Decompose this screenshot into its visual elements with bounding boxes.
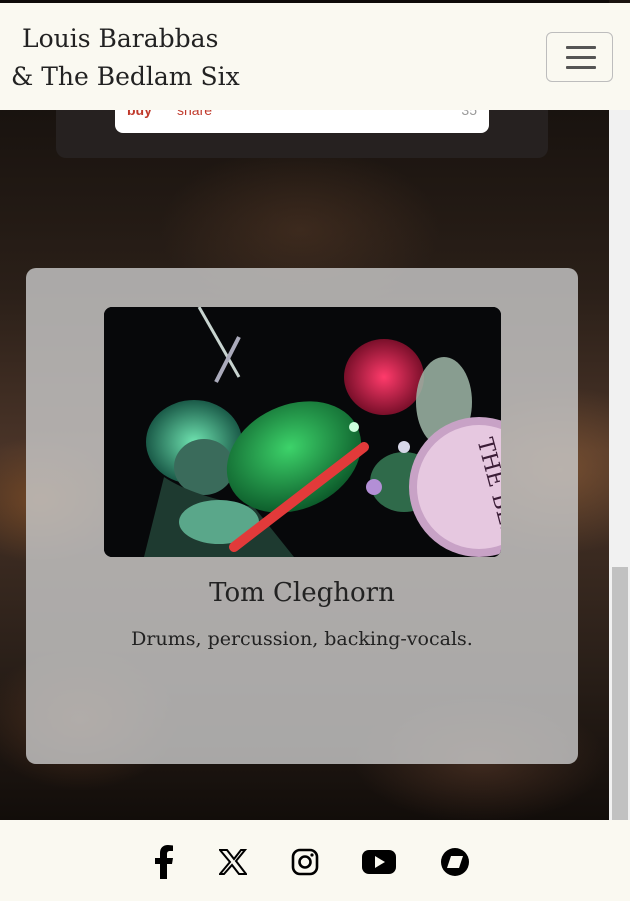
instagram-icon[interactable] — [287, 844, 323, 880]
hamburger-icon-line — [566, 66, 596, 69]
scrollbar-thumb[interactable] — [612, 567, 628, 820]
band-member-card: THE BEDLAM Tom Cleghorn Drums, percussio… — [26, 268, 578, 764]
bandcamp-icon[interactable] — [437, 844, 473, 880]
member-photo: THE BEDLAM — [104, 307, 501, 557]
share-link[interactable]: share — [177, 110, 212, 118]
youtube-icon[interactable] — [361, 844, 397, 880]
buy-link[interactable]: buy — [127, 110, 152, 118]
track-count: 35 — [461, 110, 477, 118]
facebook-icon[interactable] — [146, 844, 182, 880]
bandcamp-embed-player: buy share 35 — [115, 110, 489, 133]
hamburger-icon-line — [566, 46, 596, 49]
brand-line-1: Louis Barabbas — [22, 24, 219, 53]
menu-toggle-button[interactable] — [546, 32, 613, 82]
site-footer — [0, 820, 630, 901]
hamburger-icon-line — [566, 56, 596, 59]
member-role: Drums, percussion, backing-vocals. — [131, 628, 473, 650]
site-header: Louis Barabbas & The Bedlam Six — [0, 3, 630, 110]
member-name: Tom Cleghorn — [209, 578, 395, 608]
brand-line-2: & The Bedlam Six — [11, 62, 240, 91]
brand-logo-text[interactable]: Louis Barabbas & The Bedlam Six — [11, 20, 240, 96]
x-icon[interactable] — [215, 844, 251, 880]
